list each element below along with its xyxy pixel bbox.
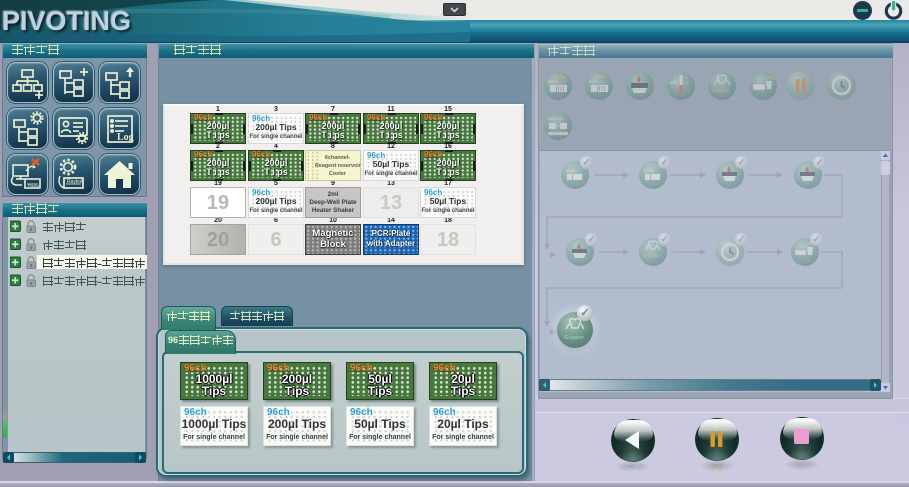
svg-text:8ch: 8ch <box>589 79 597 84</box>
svg-text:96ch: 96ch <box>566 168 576 173</box>
svg-text:Log: Log <box>117 132 134 143</box>
svg-text:Raykol: Raykol <box>67 179 82 185</box>
svg-text:96ch tips: 96ch tips <box>547 117 563 121</box>
svg-text:Mix: Mix <box>670 80 678 85</box>
svg-text:96ch: 96ch <box>644 168 654 173</box>
svg-text:Gripper: Gripper <box>564 335 585 341</box>
svg-text:Gripper: Gripper <box>712 88 729 93</box>
svg-text:96ch: 96ch <box>548 79 559 84</box>
svg-text:Gripper: Gripper <box>643 253 658 258</box>
svg-text:Raykol: Raykol <box>28 183 40 188</box>
